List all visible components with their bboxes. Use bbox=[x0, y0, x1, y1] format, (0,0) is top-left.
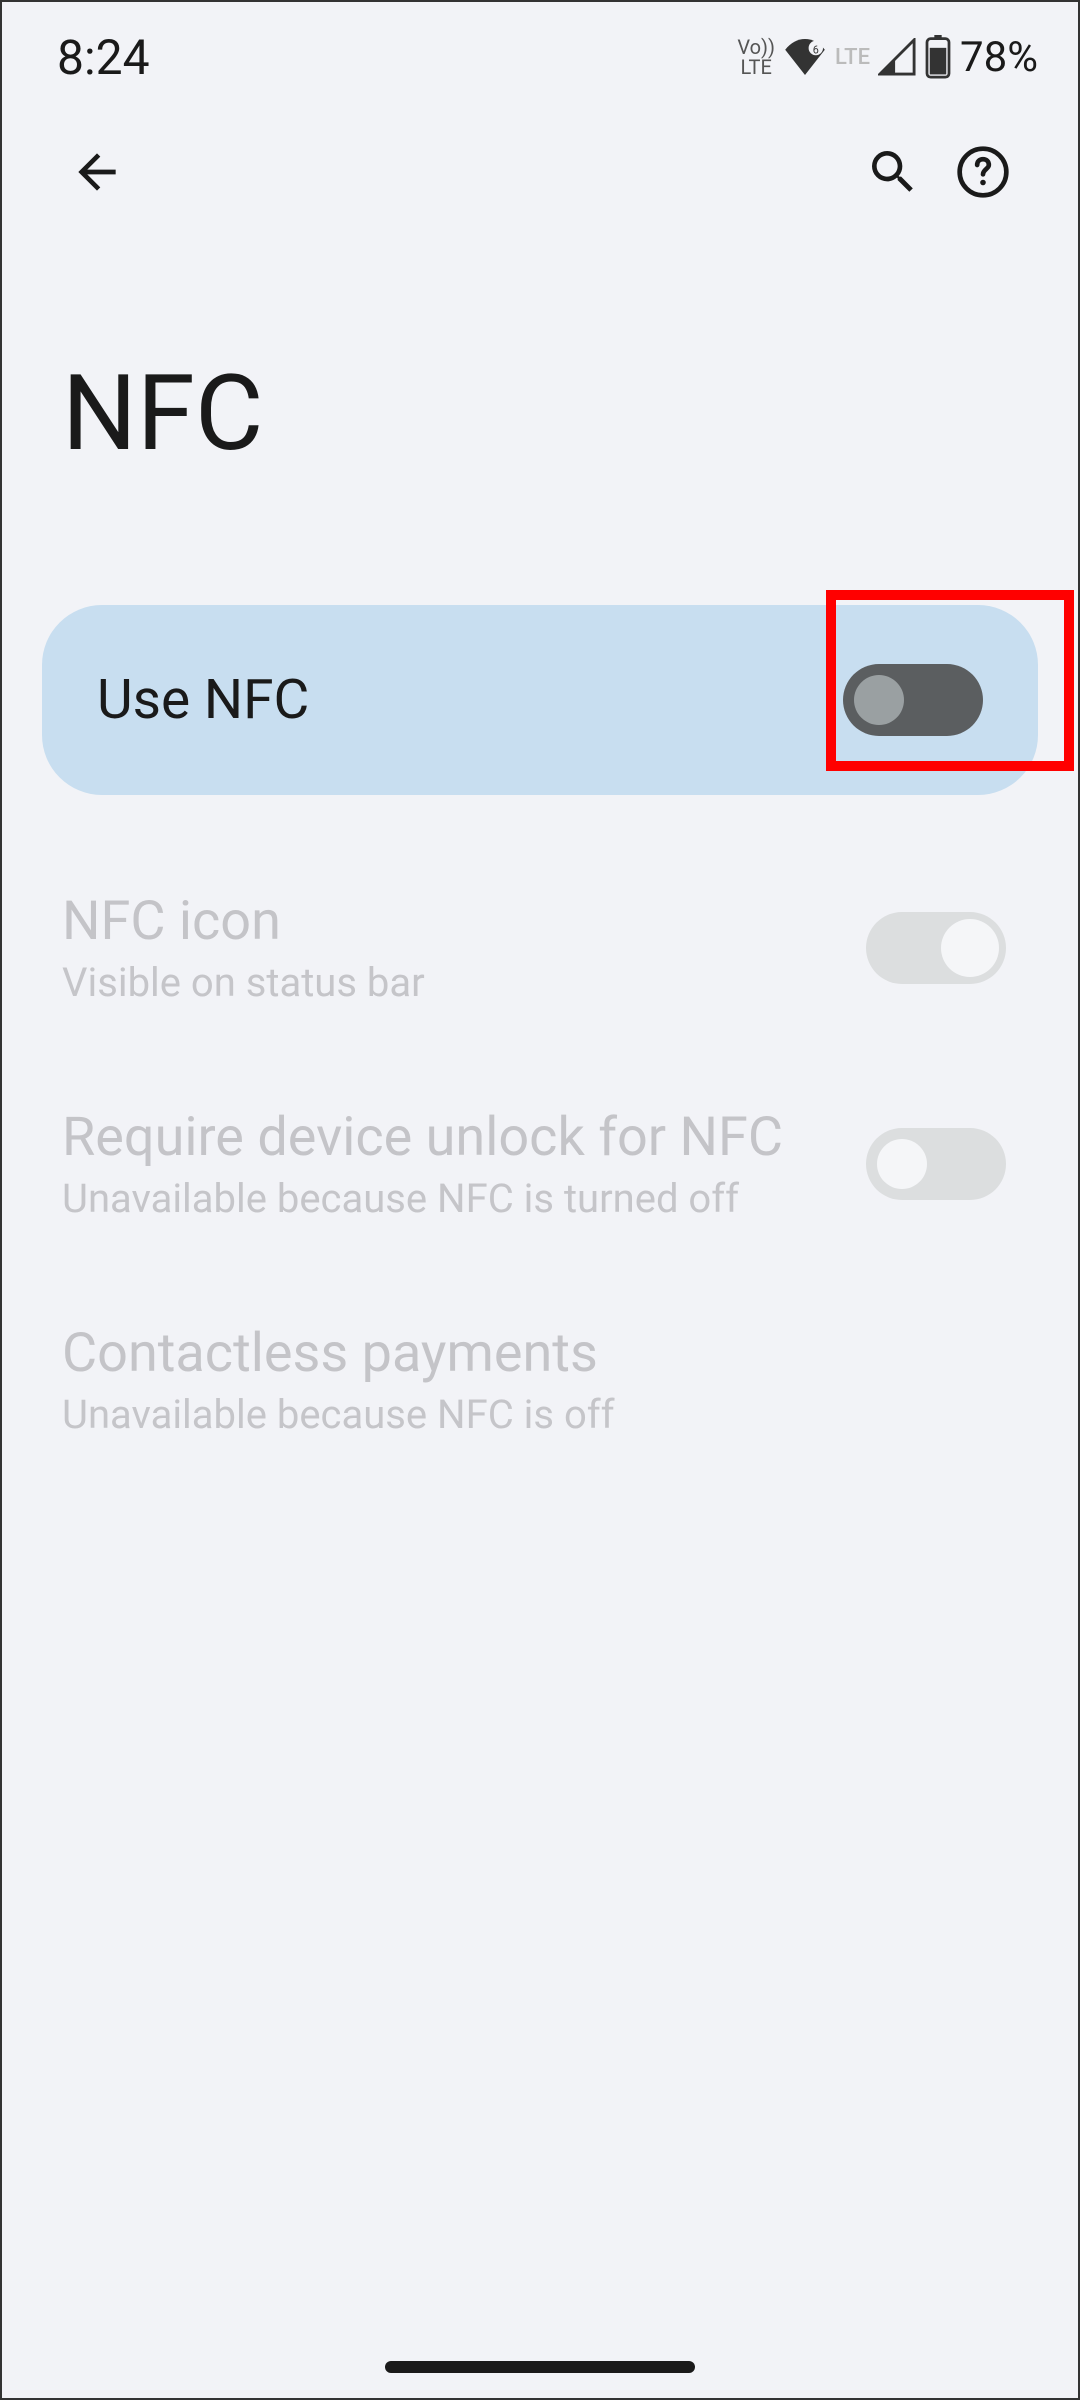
help-icon bbox=[955, 144, 1011, 200]
contactless-payments-row: Contactless payments Unavailable because… bbox=[2, 1272, 1078, 1488]
require-unlock-row: Require device unlock for NFC Unavailabl… bbox=[2, 1056, 1078, 1272]
nfc-icon-subtitle: Visible on status bar bbox=[62, 959, 866, 1006]
use-nfc-toggle[interactable] bbox=[843, 664, 983, 736]
status-indicators: Vo)) LTE 6 LTE 78% bbox=[737, 33, 1038, 82]
require-unlock-title: Require device unlock for NFC bbox=[62, 1106, 866, 1169]
volte-line2: LTE bbox=[737, 57, 775, 77]
toggle-knob bbox=[854, 675, 904, 725]
battery-percent: 78% bbox=[960, 33, 1038, 82]
status-time: 8:24 bbox=[57, 29, 150, 86]
signal-icon bbox=[878, 38, 916, 76]
use-nfc-label: Use NFC bbox=[97, 668, 309, 732]
search-icon bbox=[865, 144, 921, 200]
back-button[interactable] bbox=[52, 127, 142, 217]
battery-icon bbox=[924, 35, 952, 79]
help-button[interactable] bbox=[938, 127, 1028, 217]
volte-indicator: Vo)) LTE bbox=[737, 37, 775, 77]
toggle-knob bbox=[941, 919, 999, 977]
require-unlock-subtitle: Unavailable because NFC is turned off bbox=[62, 1175, 866, 1222]
arrow-back-icon bbox=[69, 144, 125, 200]
svg-text:6: 6 bbox=[813, 43, 819, 56]
wifi-icon: 6 bbox=[783, 39, 827, 75]
status-bar: 8:24 Vo)) LTE 6 LTE 78% bbox=[2, 2, 1078, 102]
gesture-nav-bar[interactable] bbox=[385, 2361, 695, 2373]
toggle-knob bbox=[877, 1139, 927, 1189]
search-button[interactable] bbox=[848, 127, 938, 217]
use-nfc-row[interactable]: Use NFC bbox=[42, 605, 1038, 795]
contactless-payments-title: Contactless payments bbox=[62, 1322, 1018, 1385]
app-bar bbox=[2, 102, 1078, 242]
nfc-icon-title: NFC icon bbox=[62, 890, 866, 953]
require-unlock-toggle bbox=[866, 1128, 1006, 1200]
page-title: NFC bbox=[2, 242, 1078, 605]
volte-line1: Vo)) bbox=[737, 37, 775, 57]
nfc-icon-row: NFC icon Visible on status bar bbox=[2, 840, 1078, 1056]
lte-secondary: LTE bbox=[835, 45, 870, 70]
contactless-payments-subtitle: Unavailable because NFC is off bbox=[62, 1391, 1018, 1438]
nfc-icon-toggle bbox=[866, 912, 1006, 984]
